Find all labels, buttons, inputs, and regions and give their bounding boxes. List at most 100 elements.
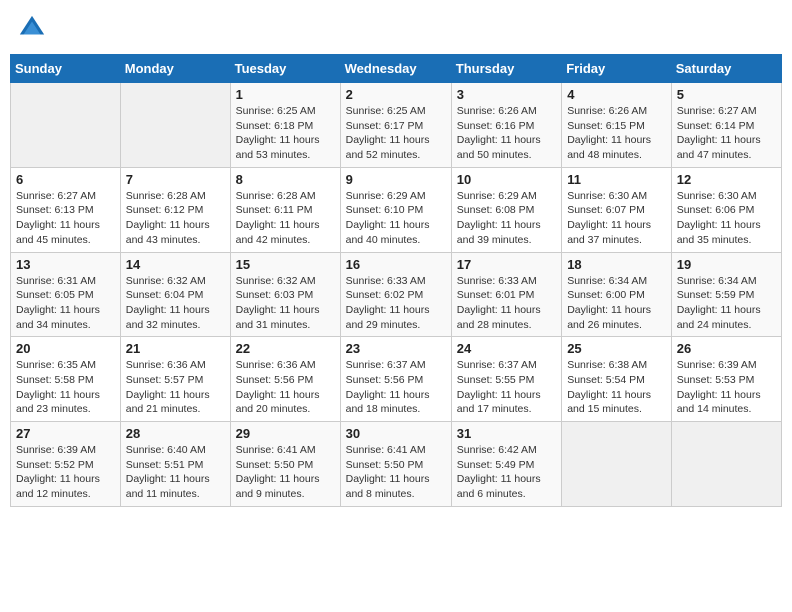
day-number: 18 [567,257,666,272]
page-header [10,10,782,46]
day-number: 19 [677,257,776,272]
calendar-cell: 24Sunrise: 6:37 AM Sunset: 5:55 PM Dayli… [451,337,561,422]
day-info: Sunrise: 6:36 AM Sunset: 5:57 PM Dayligh… [126,358,225,417]
header-row: SundayMondayTuesdayWednesdayThursdayFrid… [11,55,782,83]
day-info: Sunrise: 6:37 AM Sunset: 5:55 PM Dayligh… [457,358,556,417]
calendar-cell: 9Sunrise: 6:29 AM Sunset: 6:10 PM Daylig… [340,167,451,252]
day-info: Sunrise: 6:26 AM Sunset: 6:15 PM Dayligh… [567,104,666,163]
weekday-header: Tuesday [230,55,340,83]
calendar-cell: 5 Sunrise: 6:27 AM Sunset: 6:14 PM Daylig… [671,83,781,168]
day-info: Sunrise: 6:34 AM Sunset: 5:59 PM Dayligh… [677,274,776,333]
day-number: 16 [346,257,446,272]
day-number: 17 [457,257,556,272]
calendar-cell: 31 Sunrise: 6:42 AM Sunset: 5:49 PM Dayli… [451,422,561,507]
day-number: 23 [346,341,446,356]
day-number: 15 [236,257,335,272]
calendar-cell: 2 Sunrise: 6:25 AM Sunset: 6:17 PM Daylig… [340,83,451,168]
day-number: 27 [16,426,115,441]
calendar-cell: 29 Sunrise: 6:41 AM Sunset: 5:50 PM Dayli… [230,422,340,507]
calendar-cell: 15 Sunrise: 6:32 AM Sunset: 6:03 PM Dayli… [230,252,340,337]
day-number: 2 [346,87,446,102]
calendar-table: SundayMondayTuesdayWednesdayThursdayFrid… [10,54,782,507]
day-info: Sunrise: 6:29 AM Sunset: 6:08 PM Dayligh… [457,189,556,248]
day-info: Sunrise: 6:30 AM Sunset: 6:07 PM Dayligh… [567,189,666,248]
day-info: Sunrise: 6:41 AM Sunset: 5:50 PM Dayligh… [236,443,335,502]
day-number: 13 [16,257,115,272]
day-info: Sunrise: 6:27 AM Sunset: 6:14 PM Dayligh… [677,104,776,163]
calendar-week: 1 Sunrise: 6:25 AM Sunset: 6:18 PM Daylig… [11,83,782,168]
calendar-cell: 13 Sunrise: 6:31 AM Sunset: 6:05 PM Dayli… [11,252,121,337]
calendar-cell: 27 Sunrise: 6:39 AM Sunset: 5:52 PM Dayli… [11,422,121,507]
day-info: Sunrise: 6:41 AM Sunset: 5:50 PM Dayligh… [346,443,446,502]
day-number: 8 [236,172,335,187]
day-number: 30 [346,426,446,441]
day-info: Sunrise: 6:30 AM Sunset: 6:06 PM Dayligh… [677,189,776,248]
day-info: Sunrise: 6:35 AM Sunset: 5:58 PM Dayligh… [16,358,115,417]
day-info: Sunrise: 6:32 AM Sunset: 6:04 PM Dayligh… [126,274,225,333]
day-number: 20 [16,341,115,356]
day-number: 29 [236,426,335,441]
day-number: 25 [567,341,666,356]
day-info: Sunrise: 6:34 AM Sunset: 6:00 PM Dayligh… [567,274,666,333]
calendar-cell: 19 Sunrise: 6:34 AM Sunset: 5:59 PM Dayli… [671,252,781,337]
day-info: Sunrise: 6:31 AM Sunset: 6:05 PM Dayligh… [16,274,115,333]
day-info: Sunrise: 6:39 AM Sunset: 5:53 PM Dayligh… [677,358,776,417]
day-number: 6 [16,172,115,187]
calendar-week: 13 Sunrise: 6:31 AM Sunset: 6:05 PM Dayli… [11,252,782,337]
day-info: Sunrise: 6:36 AM Sunset: 5:56 PM Dayligh… [236,358,335,417]
day-info: Sunrise: 6:25 AM Sunset: 6:17 PM Dayligh… [346,104,446,163]
calendar-body: 1 Sunrise: 6:25 AM Sunset: 6:18 PM Daylig… [11,83,782,507]
calendar-cell: 12 Sunrise: 6:30 AM Sunset: 6:06 PM Dayli… [671,167,781,252]
calendar-cell [562,422,672,507]
calendar-cell: 11 Sunrise: 6:30 AM Sunset: 6:07 PM Dayli… [562,167,672,252]
calendar-cell: 21Sunrise: 6:36 AM Sunset: 5:57 PM Dayli… [120,337,230,422]
calendar-cell: 14Sunrise: 6:32 AM Sunset: 6:04 PM Dayli… [120,252,230,337]
day-number: 12 [677,172,776,187]
day-info: Sunrise: 6:33 AM Sunset: 6:02 PM Dayligh… [346,274,446,333]
day-info: Sunrise: 6:33 AM Sunset: 6:01 PM Dayligh… [457,274,556,333]
day-number: 1 [236,87,335,102]
day-info: Sunrise: 6:37 AM Sunset: 5:56 PM Dayligh… [346,358,446,417]
weekday-header: Sunday [11,55,121,83]
day-info: Sunrise: 6:39 AM Sunset: 5:52 PM Dayligh… [16,443,115,502]
day-number: 31 [457,426,556,441]
day-number: 9 [346,172,446,187]
calendar-cell: 20 Sunrise: 6:35 AM Sunset: 5:58 PM Dayli… [11,337,121,422]
calendar-week: 27 Sunrise: 6:39 AM Sunset: 5:52 PM Dayli… [11,422,782,507]
calendar-cell: 3Sunrise: 6:26 AM Sunset: 6:16 PM Daylig… [451,83,561,168]
day-info: Sunrise: 6:32 AM Sunset: 6:03 PM Dayligh… [236,274,335,333]
day-number: 5 [677,87,776,102]
calendar-header: SundayMondayTuesdayWednesdayThursdayFrid… [11,55,782,83]
calendar-cell: 26 Sunrise: 6:39 AM Sunset: 5:53 PM Dayli… [671,337,781,422]
day-number: 4 [567,87,666,102]
day-number: 11 [567,172,666,187]
calendar-cell: 30 Sunrise: 6:41 AM Sunset: 5:50 PM Dayli… [340,422,451,507]
day-number: 10 [457,172,556,187]
calendar-cell: 18 Sunrise: 6:34 AM Sunset: 6:00 PM Dayli… [562,252,672,337]
weekday-header: Monday [120,55,230,83]
day-number: 28 [126,426,225,441]
day-info: Sunrise: 6:42 AM Sunset: 5:49 PM Dayligh… [457,443,556,502]
calendar-cell: 25Sunrise: 6:38 AM Sunset: 5:54 PM Dayli… [562,337,672,422]
calendar-week: 20 Sunrise: 6:35 AM Sunset: 5:58 PM Dayli… [11,337,782,422]
calendar-cell: 10 Sunrise: 6:29 AM Sunset: 6:08 PM Dayli… [451,167,561,252]
calendar-cell: 7Sunrise: 6:28 AM Sunset: 6:12 PM Daylig… [120,167,230,252]
day-number: 26 [677,341,776,356]
weekday-header: Saturday [671,55,781,83]
day-info: Sunrise: 6:40 AM Sunset: 5:51 PM Dayligh… [126,443,225,502]
day-info: Sunrise: 6:25 AM Sunset: 6:18 PM Dayligh… [236,104,335,163]
day-info: Sunrise: 6:27 AM Sunset: 6:13 PM Dayligh… [16,189,115,248]
calendar-cell: 8Sunrise: 6:28 AM Sunset: 6:11 PM Daylig… [230,167,340,252]
calendar-cell: 17 Sunrise: 6:33 AM Sunset: 6:01 PM Dayli… [451,252,561,337]
weekday-header: Wednesday [340,55,451,83]
calendar-cell: 28 Sunrise: 6:40 AM Sunset: 5:51 PM Dayli… [120,422,230,507]
calendar-cell: 6 Sunrise: 6:27 AM Sunset: 6:13 PM Daylig… [11,167,121,252]
calendar-cell [671,422,781,507]
calendar-cell [11,83,121,168]
calendar-cell [120,83,230,168]
weekday-header: Friday [562,55,672,83]
calendar-week: 6 Sunrise: 6:27 AM Sunset: 6:13 PM Daylig… [11,167,782,252]
calendar-cell: 16 Sunrise: 6:33 AM Sunset: 6:02 PM Dayli… [340,252,451,337]
day-number: 7 [126,172,225,187]
calendar-cell: 23 Sunrise: 6:37 AM Sunset: 5:56 PM Dayli… [340,337,451,422]
